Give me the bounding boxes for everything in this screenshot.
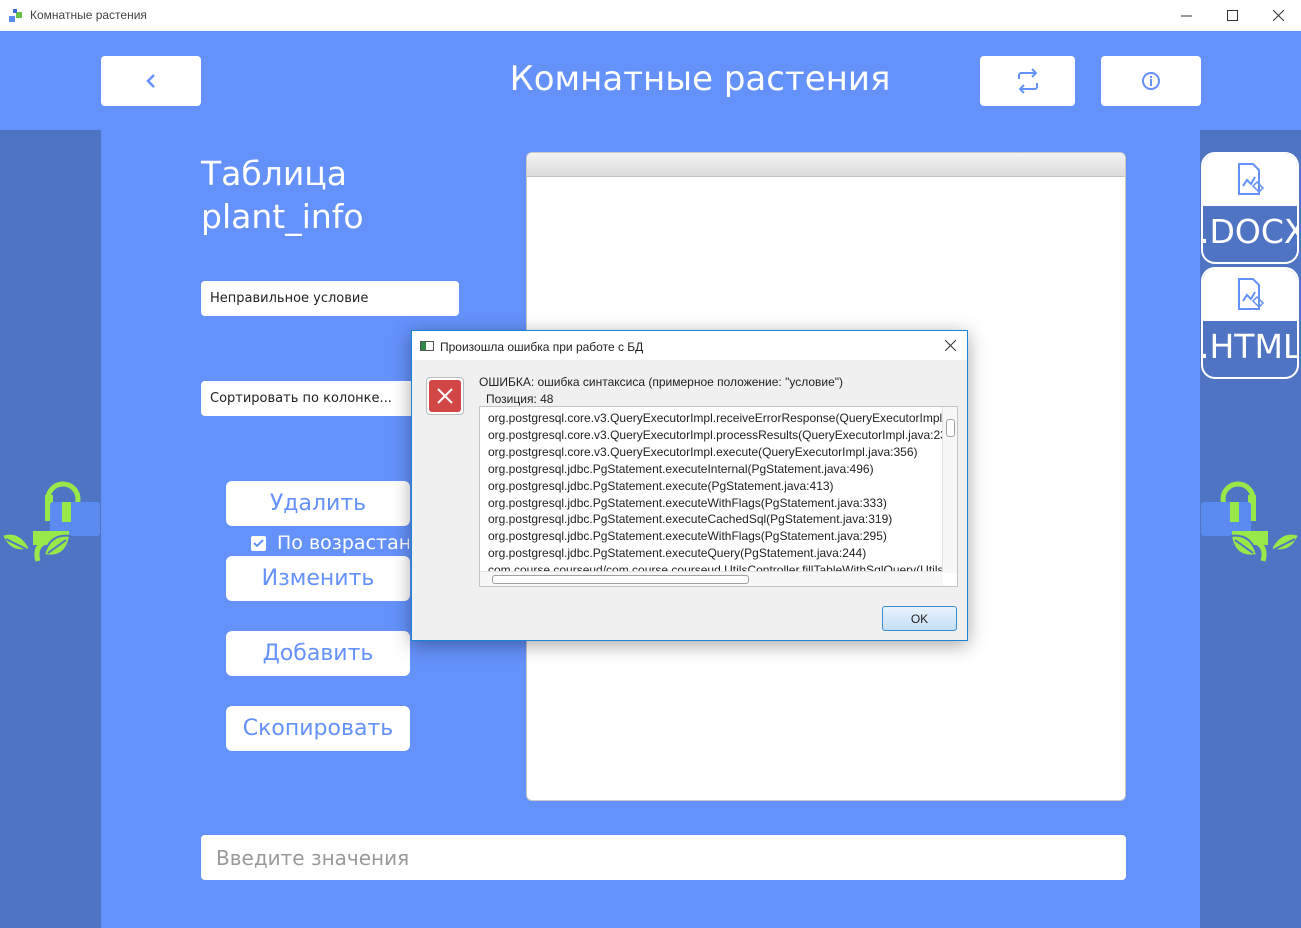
- error-message: ОШИБКА: ошибка синтаксиса (примерное пол…: [479, 374, 843, 408]
- plant-decoration-left-icon: [0, 481, 100, 562]
- values-input[interactable]: Введите значения: [201, 835, 1126, 880]
- refresh-button[interactable]: [980, 56, 1075, 106]
- page-title: Комнатные растения: [509, 59, 891, 99]
- table-header: [527, 153, 1125, 177]
- trace-line: org.postgresql.core.v3.QueryExecutorImpl…: [488, 411, 943, 425]
- ascending-label: По возрастанию: [277, 532, 409, 554]
- trace-line: org.postgresql.jdbc.PgStatement.execute(…: [488, 478, 834, 493]
- export-docx-button[interactable]: .DOCX: [1201, 152, 1299, 264]
- app-icon: [9, 9, 22, 22]
- chevron-left-icon: [146, 74, 155, 88]
- plant-decoration-right-icon: [1201, 481, 1301, 562]
- trace-line: org.postgresql.core.v3.QueryExecutorImpl…: [488, 444, 918, 459]
- scrollbar-thumb[interactable]: [492, 575, 749, 584]
- trace-line: org.postgresql.jdbc.PgStatement.executeI…: [488, 461, 874, 476]
- edit-button[interactable]: Изменить: [226, 556, 410, 601]
- dialog-titlebar: Произошла ошибка при работе с БД: [412, 331, 967, 360]
- dialog-close-button[interactable]: [933, 331, 967, 360]
- trace-line: org.postgresql.jdbc.PgStatement.executeQ…: [488, 546, 867, 561]
- minimize-button[interactable]: [1163, 0, 1209, 31]
- window-icon: [420, 341, 434, 351]
- refresh-icon: [1017, 68, 1038, 94]
- ok-button[interactable]: OK: [882, 606, 957, 631]
- trace-line: org.postgresql.jdbc.PgStatement.executeW…: [488, 495, 887, 510]
- copy-button[interactable]: Скопировать: [226, 706, 410, 751]
- export-html-button[interactable]: .HTML: [1201, 267, 1299, 379]
- vertical-scrollbar[interactable]: [942, 407, 957, 573]
- scrollbar-thumb[interactable]: [946, 419, 955, 437]
- info-button[interactable]: [1101, 56, 1201, 106]
- error-dialog: Произошла ошибка при работе с БД ОШИБКА:…: [411, 330, 968, 641]
- html-label: .HTML: [1201, 327, 1299, 366]
- error-icon: [426, 377, 464, 415]
- ascending-checkbox-row[interactable]: По возрастанию: [251, 532, 409, 554]
- stack-trace-textarea[interactable]: org.postgresql.core.v3.QueryExecutorImpl…: [479, 406, 958, 587]
- minimize-icon: [1180, 15, 1192, 17]
- info-icon: [1142, 72, 1160, 90]
- error-x-icon: [437, 388, 453, 404]
- dialog-title: Произошла ошибка при работе с БД: [440, 340, 644, 354]
- add-button[interactable]: Добавить: [226, 631, 410, 676]
- maximize-button[interactable]: [1209, 0, 1255, 31]
- ascending-checkbox[interactable]: [251, 535, 266, 551]
- delete-button[interactable]: Удалить: [226, 481, 410, 526]
- trace-line: org.postgresql.jdbc.PgStatement.executeW…: [488, 529, 887, 544]
- header: Комнатные растения: [0, 31, 1301, 130]
- horizontal-scrollbar[interactable]: [480, 571, 943, 586]
- window-titlebar: Комнатные растения: [0, 0, 1301, 32]
- trace-line: org.postgresql.jdbc.PgStatement.executeC…: [488, 512, 893, 527]
- window-title: Комнатные растения: [30, 8, 147, 22]
- back-button[interactable]: [101, 56, 201, 106]
- close-icon: [944, 340, 956, 351]
- close-icon: [1272, 10, 1284, 21]
- close-button[interactable]: [1255, 0, 1301, 31]
- error-line: ОШИБКА: ошибка синтаксиса (примерное пол…: [479, 375, 844, 389]
- check-icon: [253, 538, 264, 547]
- maximize-icon: [1226, 10, 1238, 21]
- document-chart-icon: [1238, 163, 1265, 195]
- stack-trace-lines: org.postgresql.core.v3.QueryExecutorImpl…: [488, 410, 943, 579]
- document-chart-icon: [1238, 278, 1265, 310]
- docx-label: .DOCX: [1201, 212, 1299, 251]
- table-title: Таблица plant_info: [201, 154, 364, 236]
- condition-input[interactable]: Неправильное условие: [201, 281, 459, 316]
- trace-line: org.postgresql.core.v3.QueryExecutorImpl…: [488, 427, 943, 442]
